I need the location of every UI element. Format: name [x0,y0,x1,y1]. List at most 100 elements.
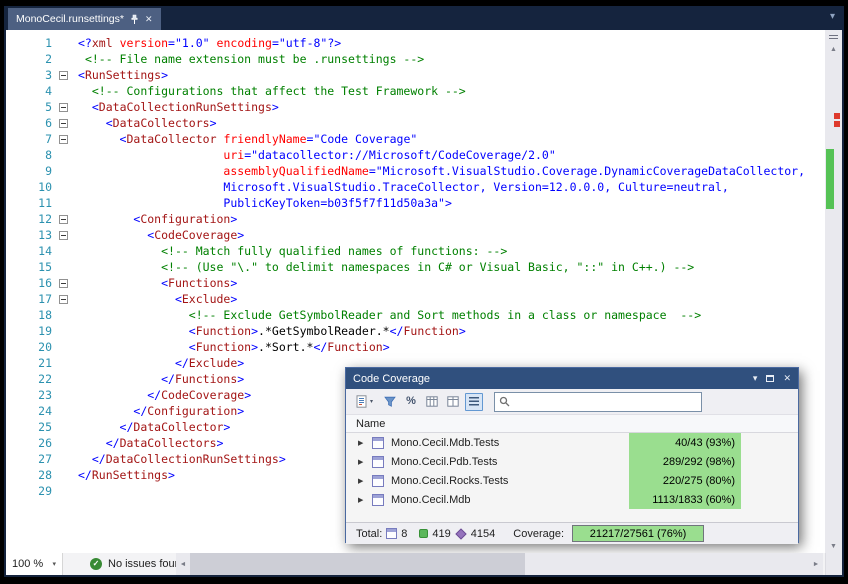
fold-collapse-icon[interactable] [59,119,68,128]
classes-count: 419 [432,528,450,540]
scrollbar-splitter-grip-icon[interactable] [825,30,842,43]
coverage-row[interactable]: ▶Mono.Cecil.Pdb.Tests289/292 (98%) [346,452,798,471]
row-coverage-value: 289/292 (98%) [629,452,741,471]
fold-collapse-icon[interactable] [59,71,68,80]
close-icon[interactable]: ✕ [145,14,153,25]
code-line[interactable]: 12 <Configuration> [6,211,825,227]
fold-gutter [52,51,74,67]
fold-gutter[interactable] [52,211,74,227]
funnel-icon [384,396,396,408]
zoom-control[interactable]: 100 % ▾ [6,553,63,575]
code-line[interactable]: 20 <Function>.*Sort.*</Function> [6,339,825,355]
code-coverage-panel: Code Coverage ▾ ✕ ▾ % Na [345,367,799,543]
fold-gutter [52,355,74,371]
tab-list-chevron-icon[interactable]: ▾ [830,11,835,22]
fold-gutter[interactable] [52,99,74,115]
fold-collapse-icon[interactable] [59,231,68,240]
row-expander-icon[interactable]: ▶ [358,439,372,447]
classes-icon [419,529,428,538]
assemblies-count: 8 [401,528,407,540]
code-line[interactable]: 18 <!-- Exclude GetSymbolReader and Sort… [6,307,825,323]
code-line[interactable]: 13 <CodeCoverage> [6,227,825,243]
code-line[interactable]: 1<?xml version="1.0" encoding="utf-8"?> [6,35,825,51]
fold-collapse-icon[interactable] [59,215,68,224]
document-health-indicator[interactable]: ✓ No issues found [90,553,187,575]
fold-gutter[interactable] [52,275,74,291]
search-input[interactable] [510,396,697,408]
panel-title-bar[interactable]: Code Coverage ▾ ✕ [346,368,798,389]
show-percentage-button[interactable]: % [402,393,420,411]
pin-icon[interactable] [130,14,139,25]
row-name: Mono.Cecil.Mdb.Tests [391,437,499,449]
show-blocks-columns-button[interactable] [423,393,441,411]
rows-header: Name [346,415,798,433]
code-line[interactable]: 7 <DataCollector friendlyName="Code Cove… [6,131,825,147]
row-name: Mono.Cecil.Mdb [391,494,470,506]
code-line[interactable]: 9 assemblyQualifiedName="Microsoft.Visua… [6,163,825,179]
coverage-row[interactable]: ▶Mono.Cecil.Mdb.Tests40/43 (93%) [346,433,798,452]
coverage-row[interactable]: ▶Mono.Cecil.Rocks.Tests220/275 (80%) [346,471,798,490]
line-number: 25 [6,419,52,435]
show-lines-columns-button[interactable] [444,393,462,411]
code-line[interactable]: 5 <DataCollectionRunSettings> [6,99,825,115]
search-box [494,392,702,412]
line-number: 5 [6,99,52,115]
fold-gutter[interactable] [52,115,74,131]
close-icon[interactable]: ✕ [783,373,791,384]
line-number: 7 [6,131,52,147]
code-line[interactable]: 19 <Function>.*GetSymbolReader.*</Functi… [6,323,825,339]
fold-collapse-icon[interactable] [59,135,68,144]
fold-collapse-icon[interactable] [59,295,68,304]
code-line[interactable]: 6 <DataCollectors> [6,115,825,131]
row-expander-icon[interactable]: ▶ [358,477,372,485]
coverage-row[interactable]: ▶Mono.Cecil.Mdb1113/1833 (60%) [346,490,798,509]
code-line[interactable]: 15 <!-- (Use "\." to delimit namespaces … [6,259,825,275]
window-position-chevron-icon[interactable]: ▾ [753,373,758,384]
tab-title: MonoCecil.runsettings* [16,13,124,25]
fold-collapse-icon[interactable] [59,103,68,112]
code-line[interactable]: 16 <Functions> [6,275,825,291]
scroll-up-icon[interactable]: ▲ [825,43,842,56]
line-number: 13 [6,227,52,243]
scroll-right-icon[interactable]: ► [809,553,823,575]
row-name: Mono.Cecil.Rocks.Tests [391,475,508,487]
search-icon [499,396,510,407]
dropdown-chevron-icon: ▾ [370,398,373,405]
column-header-name[interactable]: Name [356,418,385,430]
methods-icon [455,528,466,539]
line-number: 6 [6,115,52,131]
code-line[interactable]: 8 uri="datacollector://Microsoft/CodeCov… [6,147,825,163]
code-line[interactable]: 10 Microsoft.VisualStudio.TraceCollector… [6,179,825,195]
line-number: 17 [6,291,52,307]
assembly-icon [372,494,384,506]
scroll-down-icon[interactable]: ▼ [825,540,842,553]
vertical-scrollbar[interactable]: ▲ ▼ [825,30,842,553]
document-tab[interactable]: MonoCecil.runsettings* ✕ [8,8,161,30]
code-line[interactable]: 17 <Exclude> [6,291,825,307]
fold-collapse-icon[interactable] [59,279,68,288]
horizontal-scrollbar[interactable]: ◄ ► [176,553,823,575]
horizontal-scrollbar-thumb[interactable] [190,553,525,575]
code-line[interactable]: 3<RunSettings> [6,67,825,83]
fold-gutter[interactable] [52,131,74,147]
code-line[interactable]: 4 <!-- Configurations that affect the Te… [6,83,825,99]
code-coverage-coloring-button[interactable] [465,393,483,411]
total-coverage-value: 21217/27561 (76%) [572,525,704,542]
report-icon [356,395,368,408]
filter-button[interactable] [381,393,399,411]
code-line[interactable]: 2 <!-- File name extension must be .runs… [6,51,825,67]
export-results-button[interactable]: ▾ [351,393,378,411]
row-expander-icon[interactable]: ▶ [358,496,372,504]
fold-gutter [52,451,74,467]
fold-gutter[interactable] [52,291,74,307]
scroll-left-icon[interactable]: ◄ [176,553,190,575]
panel-title: Code Coverage [353,373,744,385]
code-line[interactable]: 11 PublicKeyToken=b03f5f7f11d50a3a"> [6,195,825,211]
fold-gutter[interactable] [52,227,74,243]
fold-gutter[interactable] [52,67,74,83]
line-number: 9 [6,163,52,179]
maximize-icon[interactable] [766,375,774,382]
fold-gutter [52,371,74,387]
code-line[interactable]: 14 <!-- Match fully qualified names of f… [6,243,825,259]
row-expander-icon[interactable]: ▶ [358,458,372,466]
